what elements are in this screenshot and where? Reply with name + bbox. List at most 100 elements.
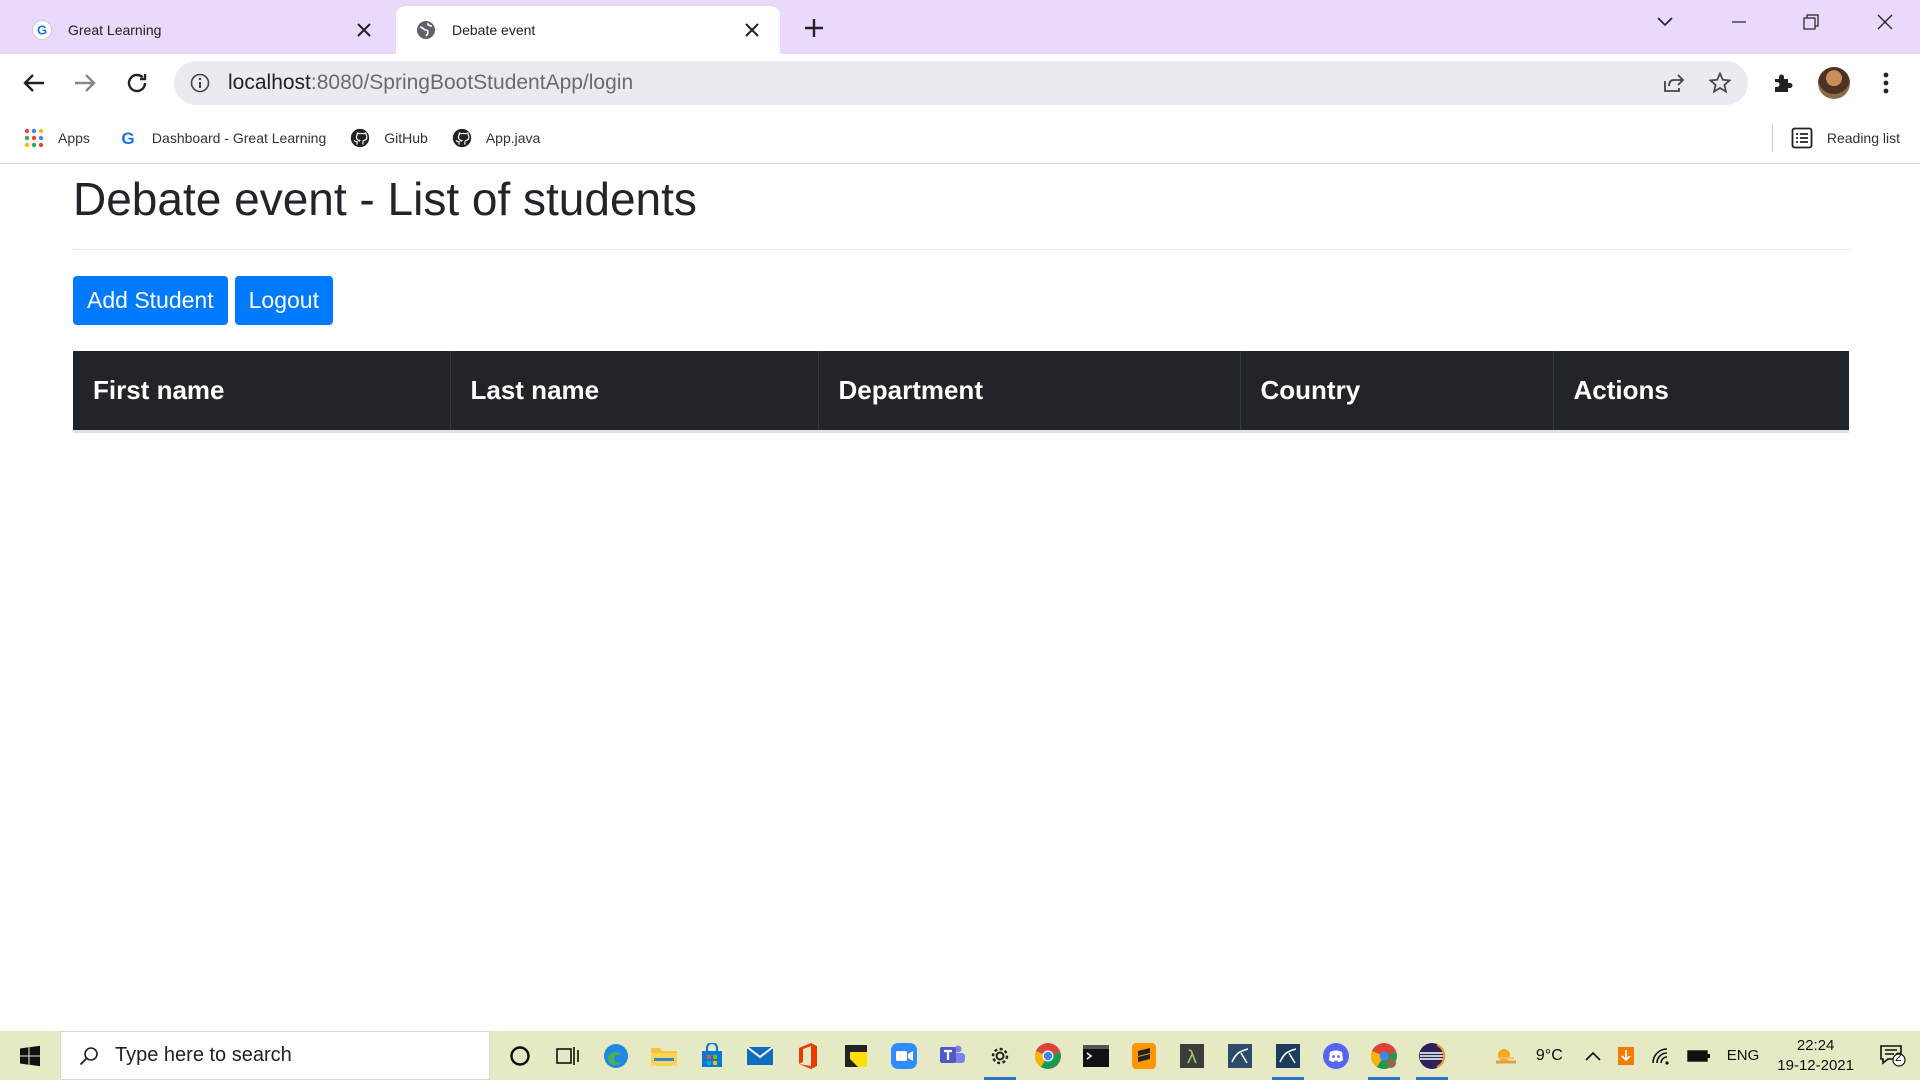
mysql-workbench-icon[interactable] xyxy=(1216,1031,1264,1080)
bookmark-label: Apps xyxy=(58,129,90,146)
mail-icon[interactable] xyxy=(736,1031,784,1080)
clock-date: 19-12-2021 xyxy=(1777,1056,1854,1074)
zoom-icon[interactable] xyxy=(880,1031,928,1080)
notifications-button[interactable]: 2 xyxy=(1880,1044,1906,1068)
file-explorer-icon[interactable] xyxy=(640,1031,688,1080)
chevron-down-icon xyxy=(1657,17,1673,27)
weather-icon[interactable] xyxy=(1492,1046,1520,1066)
url-host: localhost xyxy=(228,71,311,94)
taskbar-search[interactable]: Type here to search xyxy=(60,1031,490,1080)
store-icon[interactable] xyxy=(688,1031,736,1080)
url-text[interactable]: localhost:8080/SpringBootStudentApp/logi… xyxy=(228,71,1656,95)
cortana-icon[interactable] xyxy=(496,1031,544,1080)
minimize-icon xyxy=(1732,21,1746,23)
great-learning-icon: G xyxy=(118,128,138,148)
lambda-icon[interactable]: λ xyxy=(1168,1031,1216,1080)
reload-icon xyxy=(127,73,147,93)
students-table: First name Last name Department Country … xyxy=(73,351,1849,433)
app-tray-icon[interactable] xyxy=(1617,1046,1635,1066)
bookmark-dashboard-great-learning[interactable]: G Dashboard - Great Learning xyxy=(108,122,336,154)
menu-icon[interactable] xyxy=(1868,65,1904,101)
search-icon xyxy=(77,1044,101,1068)
reading-list-button[interactable]: Reading list xyxy=(1771,122,1900,154)
windows-taskbar: Type here to search λ 9°C ENG 22:24 19-1… xyxy=(0,1031,1920,1080)
weather-temperature[interactable]: 9°C xyxy=(1536,1047,1563,1065)
new-tab-button[interactable] xyxy=(798,12,830,44)
column-first-name: First name xyxy=(73,351,450,433)
great-learning-icon: G xyxy=(32,20,52,40)
notification-count: 2 xyxy=(1895,1049,1902,1064)
terminal-icon[interactable] xyxy=(1072,1031,1120,1080)
address-bar[interactable]: localhost:8080/SpringBootStudentApp/logi… xyxy=(174,61,1748,105)
battery-icon[interactable] xyxy=(1687,1049,1711,1063)
settings-icon[interactable] xyxy=(976,1031,1024,1080)
office-icon[interactable] xyxy=(784,1031,832,1080)
column-country: Country xyxy=(1239,351,1553,433)
wifi-icon[interactable] xyxy=(1651,1047,1671,1065)
sublime-icon[interactable] xyxy=(1120,1031,1168,1080)
browser-toolbar: localhost:8080/SpringBootStudentApp/logi… xyxy=(0,54,1920,112)
avatar[interactable] xyxy=(1818,67,1850,99)
add-student-button[interactable]: Add Student xyxy=(73,276,228,325)
url-path: :8080/SpringBootStudentApp/login xyxy=(310,71,634,94)
tab-search-button[interactable] xyxy=(1636,0,1694,44)
github-icon xyxy=(350,128,370,148)
info-icon[interactable] xyxy=(188,71,212,95)
eclipse-icon[interactable] xyxy=(1408,1031,1456,1080)
sticky-notes-icon[interactable] xyxy=(832,1031,880,1080)
svg-text:G: G xyxy=(37,23,47,38)
apps-grid-icon xyxy=(24,128,44,148)
column-department: Department xyxy=(817,351,1240,433)
arrow-right-icon xyxy=(75,74,96,92)
start-button[interactable] xyxy=(0,1031,60,1080)
language-indicator[interactable]: ENG xyxy=(1727,1047,1760,1064)
forward-button[interactable] xyxy=(67,65,103,101)
back-button[interactable] xyxy=(16,65,52,101)
page-title: Debate event - List of students xyxy=(73,173,697,225)
discord-icon[interactable] xyxy=(1312,1031,1360,1080)
edge-icon[interactable] xyxy=(592,1031,640,1080)
teams-icon[interactable] xyxy=(928,1031,976,1080)
task-view-icon[interactable] xyxy=(544,1031,592,1080)
table-header: First name Last name Department Country … xyxy=(73,351,1849,433)
github-icon xyxy=(452,128,472,148)
page-content: Debate event - List of students Add Stud… xyxy=(0,165,1920,1031)
reload-button[interactable] xyxy=(119,65,155,101)
share-icon[interactable] xyxy=(1656,65,1692,101)
table-header-row: First name Last name Department Country … xyxy=(73,351,1849,433)
bookmark-label: Dashboard - Great Learning xyxy=(151,129,327,146)
bookmark-apps[interactable]: Apps xyxy=(14,122,100,154)
logout-button[interactable]: Logout xyxy=(234,276,333,325)
windows-icon xyxy=(20,1045,40,1066)
window-close-button[interactable] xyxy=(1856,0,1914,44)
extensions-icon[interactable] xyxy=(1765,65,1801,101)
close-icon[interactable] xyxy=(738,16,766,44)
bookmarks-bar: Apps G Dashboard - Great Learning GitHub… xyxy=(0,112,1920,164)
star-icon[interactable] xyxy=(1702,65,1738,101)
bookmark-app-java[interactable]: App.java xyxy=(442,122,550,154)
tab-strip: G Great Learning Debate event xyxy=(0,0,1920,54)
reading-list-icon xyxy=(1791,127,1813,149)
tab-great-learning[interactable]: G Great Learning xyxy=(12,6,392,54)
plus-icon xyxy=(805,19,823,37)
chrome-profile-icon[interactable] xyxy=(1360,1031,1408,1080)
column-actions: Actions xyxy=(1552,351,1849,433)
svg-text:G: G xyxy=(121,129,134,148)
tab-title: Debate event xyxy=(452,22,536,38)
reading-list-label: Reading list xyxy=(1826,130,1900,146)
arrow-left-icon xyxy=(23,74,44,92)
bookmark-label: App.java xyxy=(485,129,541,146)
restore-button[interactable] xyxy=(1782,0,1840,44)
chrome-icon[interactable] xyxy=(1024,1031,1072,1080)
mysql-workbench-icon[interactable] xyxy=(1264,1031,1312,1080)
system-tray: 9°C ENG 22:24 19-12-2021 2 xyxy=(1484,1031,1920,1080)
svg-text:λ: λ xyxy=(1187,1047,1198,1068)
minimize-button[interactable] xyxy=(1710,0,1768,44)
taskbar-clock[interactable]: 22:24 19-12-2021 xyxy=(1777,1036,1854,1076)
action-buttons: Add Student Logout xyxy=(73,276,1849,325)
bookmark-github[interactable]: GitHub xyxy=(340,122,438,154)
bookmark-separator xyxy=(1771,125,1773,151)
close-icon[interactable] xyxy=(350,16,378,44)
tab-debate-event[interactable]: Debate event xyxy=(396,6,780,54)
chevron-up-icon[interactable] xyxy=(1585,1051,1601,1061)
